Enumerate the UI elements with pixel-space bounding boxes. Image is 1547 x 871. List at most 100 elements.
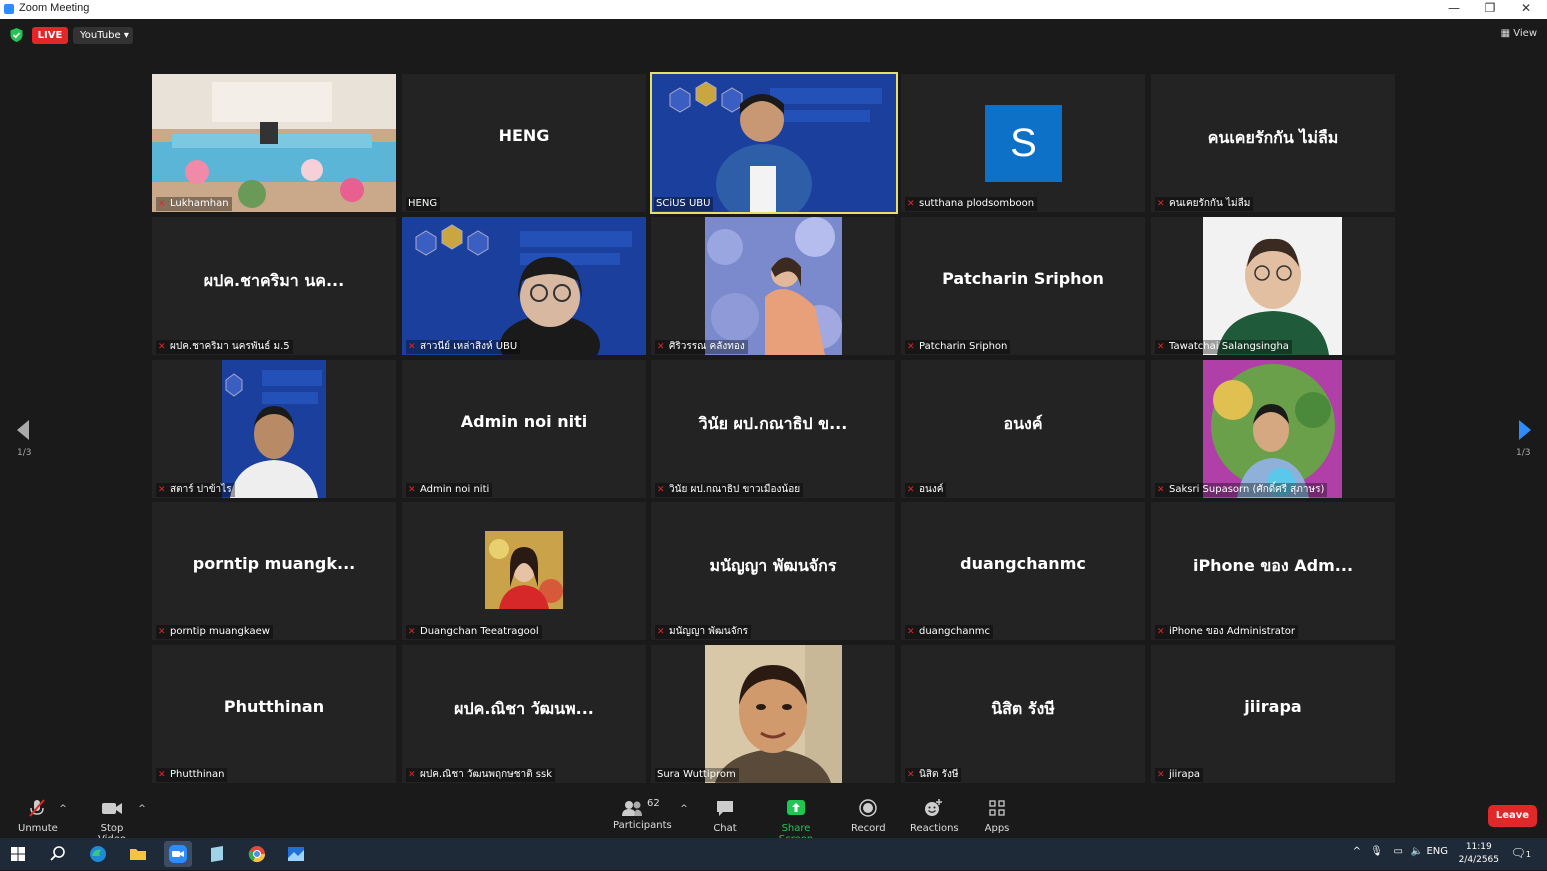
page-indicator-left: 1/3 (17, 448, 32, 458)
participant-tile[interactable]: ✕ Lukhamhan (152, 74, 396, 212)
participant-name-label: ✕ สตาร์ ปาข้าไร (156, 483, 235, 497)
close-button[interactable]: ✕ (1509, 0, 1543, 19)
participant-tile[interactable]: jiirapa ✕ jiirapa (1151, 645, 1395, 783)
chat-button[interactable]: Chat (710, 798, 740, 834)
minimize-button[interactable]: — (1437, 0, 1471, 19)
next-page-arrow-icon[interactable] (1514, 418, 1534, 442)
participant-tile[interactable]: ✕ สาวนีย์ เหล่าสิงห์ UBU (402, 217, 646, 355)
participant-video (705, 217, 842, 355)
participant-tile[interactable]: ✕ Saksri Supasorn (ศักดิ์ศรี สุภาษร) (1151, 360, 1395, 498)
participant-name-label: ✕ Admin noi niti (406, 483, 493, 497)
view-button[interactable]: ▦ View (1501, 28, 1537, 39)
participant-tile[interactable]: Phutthinan ✕ Phutthinan (152, 645, 396, 783)
windows-start-icon[interactable] (8, 844, 28, 864)
participant-name-label: ✕ ผปค.ณิชา วัฒนพฤกษชาติ ssk (406, 768, 555, 782)
audio-options-caret[interactable]: ^ (58, 804, 68, 814)
participant-tile[interactable]: คนเคยรักกัน ไม่ลืม ✕ คนเคยรักกัน ไม่ลืม (1151, 74, 1395, 212)
participant-display-name: ผปค.ชาคริมา นค... (203, 271, 345, 290)
participant-display-name: ผปค.ณิชา วัฒนพ... (454, 699, 594, 718)
participant-name-label: ✕ ศิริวรรณ คลังทอง (655, 340, 748, 354)
unmute-button[interactable]: Unmute (18, 798, 58, 834)
input-language[interactable]: ENG (1426, 846, 1448, 857)
chrome-browser-icon[interactable] (247, 844, 267, 864)
participant-tile[interactable]: อนงค์ ✕ อนงค์ (901, 360, 1145, 498)
participant-name-label: ✕ คนเคยรักกัน ไม่ลืม (1155, 197, 1254, 211)
notification-count: 1 (1525, 850, 1531, 859)
participant-tile[interactable]: Sura Wuttiprom (651, 645, 895, 783)
participant-tile[interactable]: ✕ Tawatchai Salangsingha (1151, 217, 1395, 355)
participant-tile[interactable]: porntip muangk... ✕ porntip muangkaew (152, 502, 396, 640)
search-icon[interactable] (48, 844, 68, 864)
participant-name-label: ✕ อนงค์ (905, 483, 947, 497)
network-icon[interactable]: ▭ (1394, 846, 1403, 857)
page-indicator-right: 1/3 (1516, 448, 1531, 458)
participant-tile[interactable]: ✕ Duangchan Teeatragool (402, 502, 646, 640)
tray-overflow-chevron-icon[interactable]: ^ (1353, 846, 1361, 857)
restore-button[interactable]: ❐ (1473, 0, 1507, 19)
participant-name-label: ✕ วินัย ผป.กณาธิป ขาวเมืองน้อย (655, 483, 804, 497)
notification-center-icon[interactable]: 🗨1 (1511, 846, 1531, 860)
participant-name-label: HENG (406, 197, 441, 211)
participant-name-label: ✕ jiirapa (1155, 768, 1204, 782)
participant-tile[interactable]: วินัย ผป.กณาธิป ข... ✕ วินัย ผป.กณาธิป ขา… (651, 360, 895, 498)
edge-browser-icon[interactable] (88, 844, 108, 864)
participant-name-label: ✕ duangchanmc (905, 625, 994, 639)
participant-tile[interactable]: มนัญญา พัฒนจักร ✕ มนัญญา พัฒนจักร (651, 502, 895, 640)
mic-muted-icon: ✕ (158, 627, 166, 637)
mic-muted-icon: ✕ (158, 770, 166, 780)
participant-name-label: ✕ iPhone ของ Administrator (1155, 625, 1299, 639)
participant-display-name: Admin noi niti (460, 412, 588, 431)
encryption-shield-icon[interactable] (10, 28, 23, 42)
chat-bubble-icon (717, 801, 733, 816)
participant-tile[interactable]: iPhone ของ Adm... ✕ iPhone ของ Administra… (1151, 502, 1395, 640)
participant-tile[interactable]: duangchanmc ✕ duangchanmc (901, 502, 1145, 640)
meeting-controls: Unmute ^ Stop Video ^ 62 Participants ^ … (0, 790, 1547, 845)
mic-muted-icon: ✕ (1157, 770, 1165, 780)
record-button[interactable]: Record (851, 798, 886, 834)
participant-tile[interactable]: HENG HENG (402, 74, 646, 212)
leave-button[interactable]: Leave (1488, 805, 1537, 827)
participant-display-name: duangchanmc (960, 554, 1086, 573)
participant-display-name: Patcharin Sriphon (942, 269, 1104, 288)
stream-dropdown[interactable]: YouTube ▾ (73, 27, 133, 44)
participants-button[interactable]: 62 Participants (613, 798, 672, 831)
participant-tile[interactable]: นิสิต รังษี ✕ นิสิต รังษี (901, 645, 1145, 783)
notepad-icon[interactable] (207, 844, 227, 864)
participant-tile[interactable]: Admin noi niti ✕ Admin noi niti (402, 360, 646, 498)
prev-page-arrow-icon[interactable] (14, 418, 34, 442)
participant-tile[interactable]: S ✕ sutthana plodsomboon (901, 74, 1145, 212)
participants-options-caret[interactable]: ^ (679, 804, 689, 814)
taskbar-clock[interactable]: 11:19 2/4/2565 (1459, 841, 1499, 867)
zoom-app-icon (4, 4, 14, 14)
zoom-taskbar-item-active[interactable] (164, 841, 192, 867)
microphone-tray-icon[interactable]: 🎙 (1370, 846, 1383, 857)
volume-icon[interactable]: 🔈 (1411, 846, 1423, 857)
record-icon (859, 799, 877, 817)
active-speaker-tile[interactable]: SCiUS UBU (650, 72, 898, 214)
participant-tile[interactable]: ผปค.ณิชา วัฒนพ... ✕ ผปค.ณิชา วัฒนพฤกษชาติ… (402, 645, 646, 783)
mic-muted-icon: ✕ (1157, 342, 1165, 352)
participant-name-label: ✕ มนัญญา พัฒนจักร (655, 625, 752, 639)
participant-video (652, 74, 896, 212)
participant-video (1203, 360, 1342, 498)
participant-tile[interactable]: ✕ ศิริวรรณ คลังทอง (651, 217, 895, 355)
video-camera-icon (102, 803, 122, 814)
participant-name-label: ✕ sutthana plodsomboon (905, 197, 1038, 211)
participant-tile[interactable]: ✕ สตาร์ ปาข้าไร (152, 360, 396, 498)
photos-app-icon[interactable] (286, 844, 306, 864)
reactions-button[interactable]: Reactions (910, 798, 959, 834)
share-screen-icon (787, 800, 805, 815)
participant-name-label: ✕ ผปค.ชาคริมา นครพันธ์ ม.5 (156, 340, 293, 354)
participant-tile[interactable]: Patcharin Sriphon ✕ Patcharin Sriphon (901, 217, 1145, 355)
participant-tile[interactable]: ผปค.ชาคริมา นค... ✕ ผปค.ชาคริมา นครพันธ์ … (152, 217, 396, 355)
participant-display-name: คนเคยรักกัน ไม่ลืม (1207, 128, 1339, 147)
file-explorer-icon[interactable] (128, 844, 148, 864)
live-badge[interactable]: LIVE (32, 27, 68, 44)
participant-display-name: HENG (498, 126, 550, 145)
video-options-caret[interactable]: ^ (137, 804, 147, 814)
apps-button[interactable]: Apps (984, 798, 1010, 834)
mic-muted-icon: ✕ (907, 485, 915, 495)
participant-display-name: porntip muangk... (192, 554, 356, 573)
mic-muted-icon: ✕ (158, 199, 166, 209)
windows-taskbar: ^ 🎙 ▭ 🔈 ENG 11:19 2/4/2565 🗨1 (0, 838, 1547, 870)
